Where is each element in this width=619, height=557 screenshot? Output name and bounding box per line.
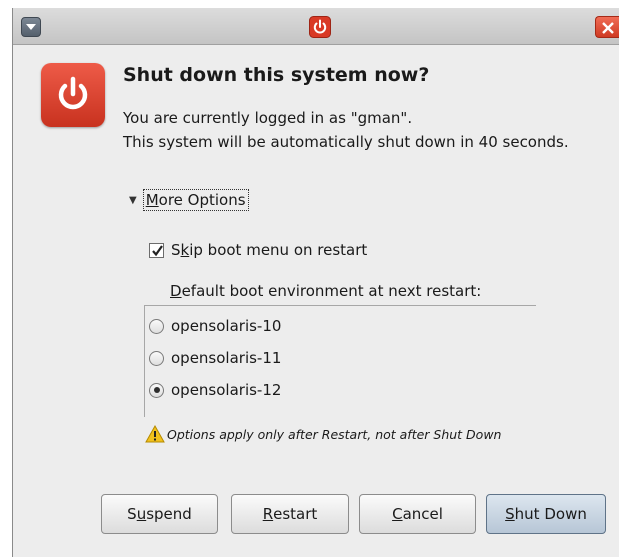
checkmark-icon — [152, 244, 163, 256]
radio-button[interactable] — [149, 350, 164, 366]
title-power-icon — [309, 16, 331, 38]
window-menu-icon — [26, 24, 36, 30]
more-options-expander[interactable]: ▼ More Options — [129, 187, 249, 213]
title-bar — [13, 8, 619, 45]
triangle-down-icon: ▼ — [129, 194, 137, 206]
more-options-label: More Options — [142, 189, 249, 211]
dialog-heading: Shut down this system now? — [123, 64, 430, 86]
skip-boot-menu-checkbox-row[interactable]: Skip boot menu on restart — [149, 239, 367, 261]
close-icon — [602, 22, 614, 34]
note-text: Options apply only after Restart, not af… — [167, 426, 502, 442]
window-menu-button[interactable] — [21, 17, 41, 37]
power-icon — [41, 63, 105, 127]
cancel-button[interactable]: Cancel — [359, 494, 476, 534]
boot-env-label: opensolaris-12 — [171, 381, 282, 399]
restart-button[interactable]: Restart — [231, 494, 349, 534]
close-button[interactable] — [595, 16, 619, 38]
boot-env-label: opensolaris-11 — [171, 349, 282, 367]
countdown-message: This system will be automatically shut d… — [123, 133, 569, 151]
boot-env-option[interactable]: opensolaris-12 — [149, 379, 281, 401]
suspend-button[interactable]: Su spend — [101, 494, 218, 534]
radio-button[interactable] — [149, 318, 164, 334]
boot-env-option[interactable]: opensolaris-10 — [149, 315, 281, 337]
skip-boot-menu-checkbox[interactable] — [149, 242, 164, 258]
radio-button-selected[interactable] — [149, 382, 164, 398]
shut-down-button[interactable]: Shut Down — [486, 494, 606, 534]
shutdown-dialog: Shut down this system now? You are curre… — [12, 8, 619, 557]
group-divider-vertical — [144, 305, 145, 417]
logged-in-message: You are currently logged in as "gman". — [123, 109, 413, 127]
boot-env-option[interactable]: opensolaris-11 — [149, 347, 281, 369]
boot-environment-group-title: Default boot environment at next restart… — [170, 282, 482, 300]
warning-icon — [145, 425, 165, 443]
skip-boot-menu-label: Skip boot menu on restart — [171, 241, 368, 259]
group-divider — [144, 305, 536, 306]
restart-note: Options apply only after Restart, not af… — [145, 424, 501, 444]
boot-env-label: opensolaris-10 — [171, 317, 282, 335]
